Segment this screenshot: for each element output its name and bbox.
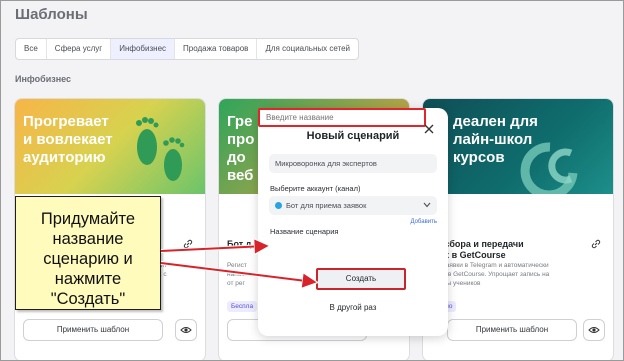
link-icon[interactable] <box>183 239 193 249</box>
section-title: Инфобизнес <box>15 74 72 84</box>
close-icon[interactable] <box>422 122 436 136</box>
tab-infobusiness[interactable]: Инфобизнес <box>111 39 176 59</box>
card-description: ает заявки в Telegram и автоматически ет… <box>431 262 550 287</box>
getcourse-logo-icon <box>520 142 578 194</box>
page-title: Шаблоны <box>15 6 88 23</box>
price-badge: Беспла <box>227 301 258 312</box>
later-link[interactable]: В другой раз <box>258 303 448 312</box>
preview-button[interactable] <box>175 319 197 341</box>
footprints-icon <box>136 117 185 181</box>
eye-icon <box>588 327 600 333</box>
create-button[interactable]: Создать <box>316 268 406 290</box>
category-tabs: Все Сфера услуг Инфобизнес Продажа товар… <box>15 38 360 60</box>
telegram-icon <box>275 202 282 210</box>
chevron-down-icon <box>423 202 431 208</box>
apply-template-button[interactable]: Применить шаблон <box>23 319 163 341</box>
template-field[interactable]: Микроворонка для экспертов <box>269 154 437 173</box>
account-label: Выберите аккаунт (канал) <box>270 184 361 193</box>
preview-button[interactable] <box>583 319 605 341</box>
new-scenario-dialog: Новый сценарий Микроворонка для эксперто… <box>258 108 448 336</box>
apply-template-button[interactable]: Применить шаблон <box>447 319 577 341</box>
card-description: Регист напом от рег <box>227 262 247 287</box>
account-select-value: Бот для приема заявок <box>286 201 367 210</box>
dialog-title: Новый сценарий <box>306 130 400 142</box>
template-card-3[interactable]: деален для лайн-школ курсов ля сбора и п… <box>422 98 614 360</box>
card-banner-text: Гре про до веб <box>227 113 255 184</box>
card-banner: деален для лайн-школ курсов <box>423 99 613 194</box>
scenario-name-label: Название сценария <box>270 227 339 236</box>
card-title: Бот д <box>227 239 252 249</box>
eye-icon <box>180 327 192 333</box>
scenario-name-input[interactable] <box>266 113 424 122</box>
account-select[interactable]: Бот для приема заявок <box>269 196 437 215</box>
tab-services[interactable]: Сфера услуг <box>47 39 112 59</box>
tab-all[interactable]: Все <box>16 39 47 59</box>
tab-goods[interactable]: Продажа товаров <box>175 39 258 59</box>
scenario-name-field[interactable] <box>258 108 426 127</box>
card-banner-text: Прогревает и вовлекает аудиторию <box>23 113 113 166</box>
instruction-callout: Придумайте название сценарию и нажмите "… <box>15 196 161 310</box>
tab-social[interactable]: Для социальных сетей <box>257 39 358 59</box>
add-account-link[interactable]: Добавить <box>410 219 437 225</box>
card-banner: Прогревает и вовлекает аудиторию <box>15 99 205 194</box>
screen: Шаблоны Все Сфера услуг Инфобизнес Прода… <box>0 0 624 361</box>
link-icon[interactable] <box>591 239 601 249</box>
